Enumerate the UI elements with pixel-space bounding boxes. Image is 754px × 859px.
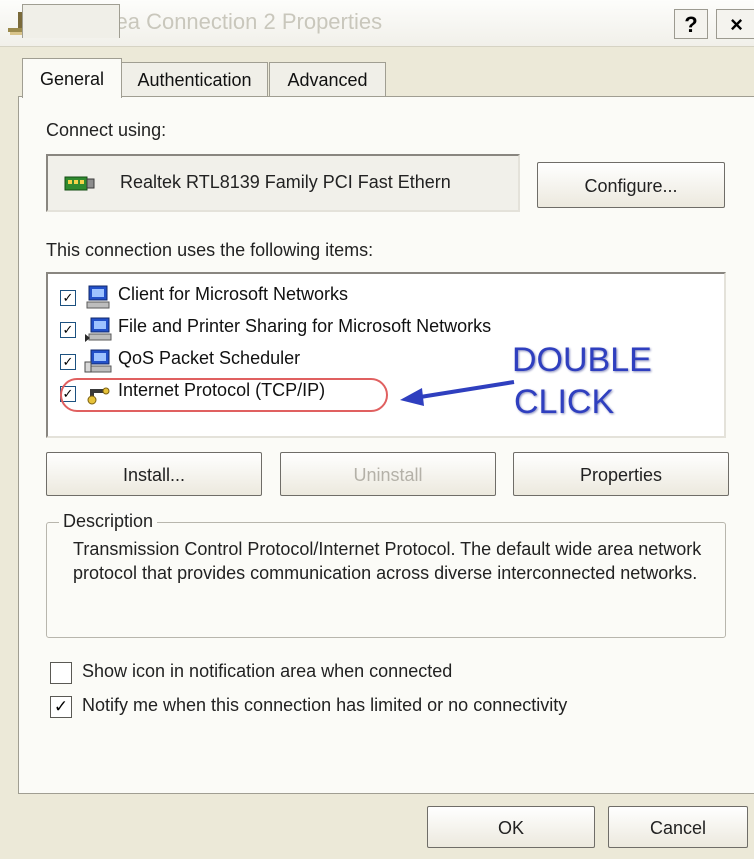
item-label: Client for Microsoft Networks	[118, 284, 349, 304]
description-legend: Description	[59, 511, 158, 532]
description-text: Transmission Control Protocol/Internet P…	[73, 539, 702, 583]
highlight-oval	[60, 378, 388, 412]
ok-button[interactable]: OK	[427, 806, 595, 848]
item-checkbox[interactable]: ✓	[60, 322, 76, 338]
list-item[interactable]: ✓ File and Printer Sharing for Microsoft…	[60, 314, 700, 344]
tab-general-active[interactable]: General	[22, 58, 122, 98]
configure-button[interactable]: Configure...	[537, 162, 725, 208]
item-label: QoS Packet Scheduler	[118, 348, 301, 368]
arrow-icon	[400, 380, 515, 406]
help-button[interactable]: ?	[674, 9, 708, 39]
adapter-field: Realtek RTL8139 Family PCI Fast Ethern	[46, 154, 520, 212]
annotation-click: CLICK	[514, 383, 615, 421]
close-button[interactable]: ×	[716, 9, 754, 39]
tab-authentication[interactable]: Authentication	[121, 62, 268, 96]
cancel-button[interactable]: Cancel	[608, 806, 748, 848]
item-checkbox[interactable]: ✓	[60, 354, 76, 370]
adapter-name: Realtek RTL8139 Family PCI Fast Ethern	[120, 172, 451, 192]
install-button[interactable]: Install...	[46, 452, 262, 496]
show-icon-checkbox[interactable]	[50, 662, 72, 684]
annotation-double: DOUBLE	[512, 341, 652, 379]
notify-label[interactable]: Notify me when this connection has limit…	[82, 695, 567, 716]
items-label: This connection uses the following items…	[46, 240, 374, 260]
connect-using-label: Connect using:	[46, 120, 167, 140]
notify-checkbox[interactable]: ✓	[50, 696, 72, 718]
item-checkbox[interactable]: ✓	[60, 290, 76, 306]
uninstall-button[interactable]: Uninstall	[280, 452, 496, 496]
item-label: File and Printer Sharing for Microsoft N…	[118, 316, 492, 336]
tab-advanced[interactable]: Advanced	[269, 62, 386, 96]
description-group: Description Transmission Control Protoco…	[46, 511, 726, 638]
scheduler-icon	[84, 349, 112, 373]
network-card-icon	[64, 176, 95, 191]
show-icon-label[interactable]: Show icon in notification area when conn…	[82, 661, 452, 682]
properties-button[interactable]: Properties	[513, 452, 729, 496]
network-client-icon	[86, 285, 110, 309]
file-sharing-icon	[85, 317, 112, 342]
tab-general[interactable]	[22, 4, 120, 38]
list-item[interactable]: ✓ Client for Microsoft Networks	[60, 282, 700, 312]
